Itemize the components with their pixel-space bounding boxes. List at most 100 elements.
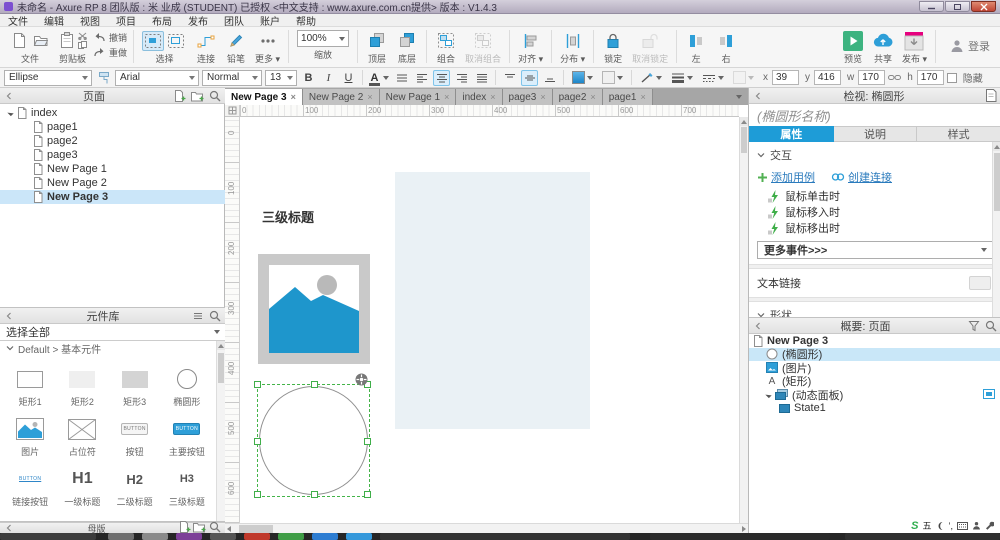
widget-item[interactable]: H3三级标题: [161, 462, 213, 512]
create-connection-link[interactable]: 创建连接: [831, 169, 892, 185]
w-field[interactable]: 170: [858, 70, 885, 85]
page-tree-item-new-page-2[interactable]: New Page 2: [0, 176, 225, 190]
canvas-ellipse-widget-selected[interactable]: [257, 384, 370, 497]
tab-close-icon[interactable]: ×: [367, 92, 372, 102]
canvas-h3-widget[interactable]: 三级标题: [262, 207, 314, 226]
menu-item-publish[interactable]: 发布: [180, 14, 216, 27]
canvas-tab-new-page-2[interactable]: New Page 2×: [303, 89, 380, 105]
taskbar-app[interactable]: [650, 533, 830, 540]
widgets-scrollbar[interactable]: [216, 341, 225, 521]
tab-overflow-button[interactable]: [730, 89, 748, 105]
menu-item-file[interactable]: 文件: [0, 14, 36, 27]
widget-item[interactable]: BUTTON链接按钮: [4, 462, 56, 512]
taskbar-app[interactable]: [142, 533, 168, 540]
toolbar-clipboard-button[interactable]: 剪贴板: [54, 29, 91, 66]
outline-item-state1[interactable]: State1: [749, 402, 1000, 416]
selection-handle[interactable]: [311, 381, 318, 388]
toolbar-file-doc-open-button[interactable]: [30, 30, 50, 51]
toolbar-more-button[interactable]: 更多 ▾: [251, 29, 284, 66]
toolbar-redo-button[interactable]: 重做: [93, 46, 127, 59]
selection-handle[interactable]: [364, 491, 371, 498]
toolbar-connect-connector-button[interactable]: [195, 31, 217, 51]
border-color-dropdown[interactable]: [637, 70, 665, 86]
toolbar-align-button[interactable]: 对齐 ▾: [514, 29, 547, 66]
ime-settings-wrench-icon[interactable]: [985, 521, 994, 530]
toolbar-file-doc-new-button[interactable]: [10, 30, 29, 51]
x-field[interactable]: 39: [772, 70, 799, 85]
h-field[interactable]: 170: [917, 70, 944, 85]
toolbar-file-button[interactable]: 文件: [6, 29, 54, 66]
toolbar-select-mode-marquee-button[interactable]: [142, 31, 164, 51]
format-painter-button[interactable]: [95, 70, 112, 86]
toolbar-publish-button[interactable]: 发布 ▾: [898, 29, 931, 66]
canvas-dynamic-panel-widget[interactable]: [395, 172, 590, 429]
canvas-image-widget[interactable]: [258, 254, 370, 364]
widget-item[interactable]: H1一级标题: [56, 462, 108, 512]
toolbar-lock-lock-button[interactable]: [603, 30, 623, 51]
widget-style-select[interactable]: Ellipse: [4, 70, 92, 86]
add-master-folder-icon[interactable]: [193, 521, 206, 533]
toolbar-align-right-bar-right-button[interactable]: [716, 31, 736, 51]
shadow-dropdown[interactable]: [599, 69, 626, 86]
event-row[interactable]: 鼠标单击时: [749, 188, 1000, 204]
font-size-select[interactable]: 13: [265, 70, 297, 86]
toolbar-group-group-button[interactable]: [435, 30, 457, 51]
taskbar-app[interactable]: [210, 533, 236, 540]
taskbar-app[interactable]: [312, 533, 338, 540]
font-weight-select[interactable]: Normal: [202, 70, 262, 86]
tab-close-icon[interactable]: ×: [540, 92, 545, 102]
fill-color-dropdown[interactable]: [569, 69, 596, 86]
taskbar-app[interactable]: [346, 533, 372, 540]
interaction-section-header[interactable]: 交互: [749, 142, 1000, 166]
collapse-widgets-icon[interactable]: [4, 311, 14, 321]
page-tree-item-new-page-1[interactable]: New Page 1: [0, 162, 225, 176]
toolbar-align-right-button[interactable]: 右: [711, 29, 741, 66]
menu-item-account[interactable]: 账户: [252, 14, 288, 27]
menu-item-layout[interactable]: 布局: [144, 14, 180, 27]
ime-toolbar[interactable]: S 五 ’,: [908, 519, 997, 532]
widget-2[interactable]: 矩形2: [56, 362, 108, 412]
ime-logo[interactable]: S: [911, 520, 918, 532]
toolbar-distribute-distribute-obj-button[interactable]: [562, 31, 584, 51]
page-tree-item-new-page-3[interactable]: New Page 3: [0, 190, 225, 204]
toolbar-select-mode-button[interactable]: 选择: [138, 29, 191, 66]
event-row[interactable]: 鼠标移出时: [749, 220, 1000, 236]
add-master-icon[interactable]: [179, 521, 191, 533]
border-width-dropdown[interactable]: [668, 70, 696, 85]
font-family-select[interactable]: Arial: [115, 70, 199, 86]
ime-wubi-mode[interactable]: 五: [922, 519, 931, 532]
valign-middle-button[interactable]: [521, 70, 538, 86]
tab-close-icon[interactable]: ×: [590, 92, 595, 102]
toolbar-lock-button[interactable]: 锁定: [598, 29, 628, 66]
outline-item-rectangle[interactable]: A(矩形): [749, 375, 1000, 389]
menu-item-project[interactable]: 项目: [108, 14, 144, 27]
page-tree-item-index[interactable]: index: [0, 106, 225, 120]
toolbar-more-dots-button[interactable]: [257, 31, 279, 51]
search-widgets-icon[interactable]: [209, 310, 221, 322]
selection-handle[interactable]: [254, 381, 261, 388]
widget-3[interactable]: 矩形3: [109, 362, 161, 412]
taskbar-app[interactable]: [176, 533, 202, 540]
ruler-corner[interactable]: [225, 105, 240, 117]
tab-close-icon[interactable]: ×: [291, 92, 296, 102]
zoom-select[interactable]: 100%: [297, 30, 349, 47]
panel-indicator-icon[interactable]: [983, 389, 995, 399]
minimize-button[interactable]: [919, 1, 944, 12]
outline-item-dynamic-panel[interactable]: (动态面板): [749, 388, 1000, 402]
toolbar-send-back-layer-back-button[interactable]: [396, 30, 418, 51]
canvas-tab-new-page-3[interactable]: New Page 3×: [225, 89, 303, 105]
y-field[interactable]: 416: [814, 70, 841, 85]
ellipse-shape[interactable]: [259, 386, 368, 495]
toolbar-align-left-button[interactable]: 左: [681, 29, 711, 66]
tab-close-icon[interactable]: ×: [490, 92, 495, 102]
toolbar-align-left-bar-left-button[interactable]: [686, 31, 706, 51]
toolbar-clipboard-clipboard-button[interactable]: [58, 30, 76, 51]
canvas-tab-page2[interactable]: page2×: [553, 89, 603, 105]
canvas-horizontal-scrollbar[interactable]: [225, 523, 748, 533]
widget-filter-select[interactable]: 选择全部: [0, 324, 225, 341]
toolbar-bring-front-button[interactable]: 顶层: [362, 29, 392, 66]
taskbar-app[interactable]: [108, 533, 134, 540]
selection-handle[interactable]: [254, 438, 261, 445]
widget-item[interactable]: 图片: [4, 412, 56, 462]
menu-item-edit[interactable]: 编辑: [36, 14, 72, 27]
